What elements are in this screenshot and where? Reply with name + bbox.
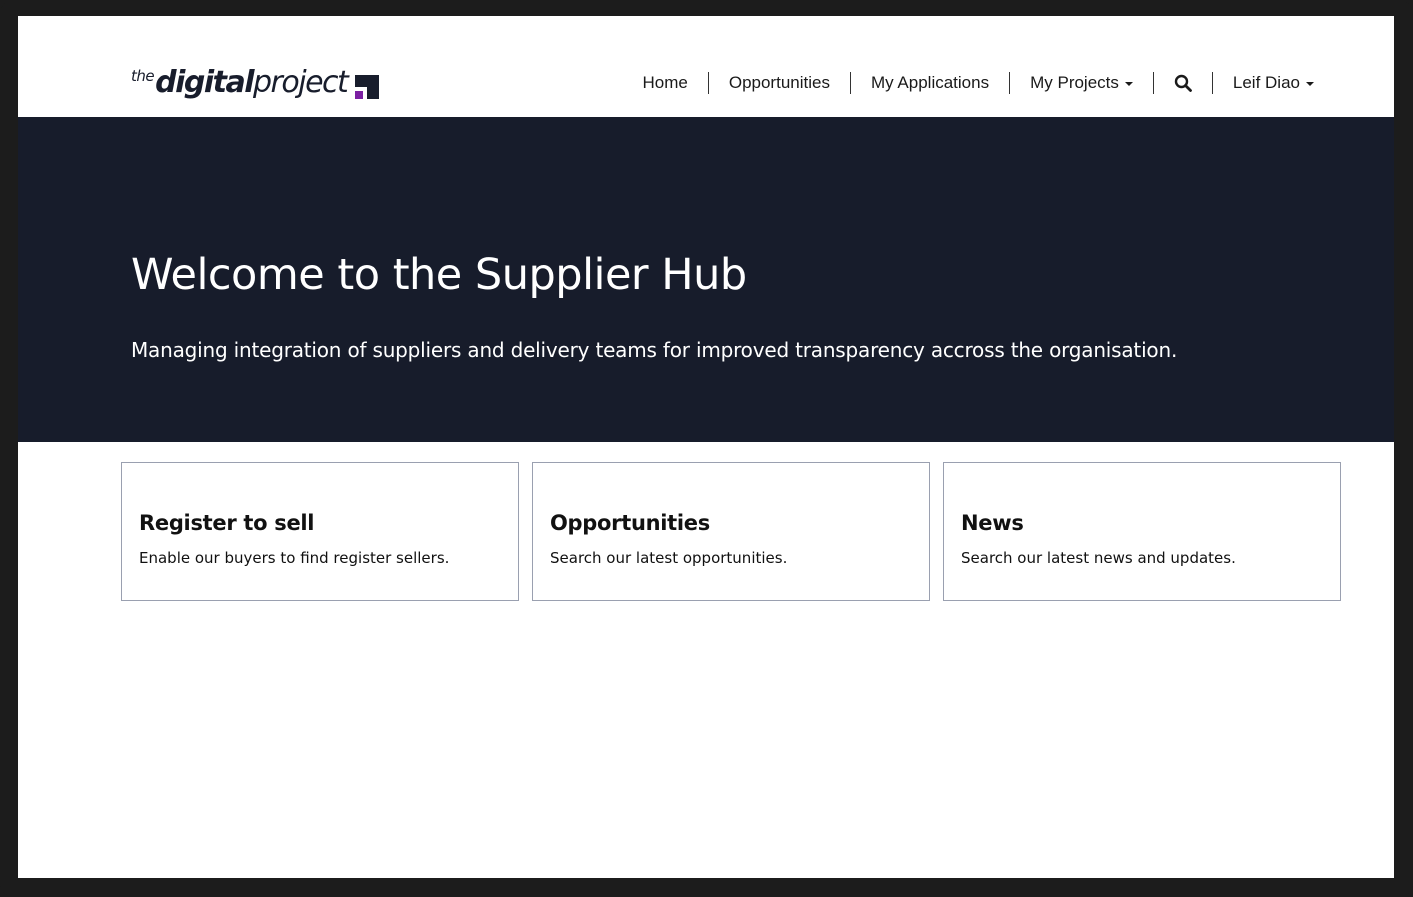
card-title: Register to sell [139, 511, 315, 535]
hero-title: Welcome to the Supplier Hub [131, 250, 747, 300]
logo-mark-icon [355, 75, 380, 99]
device-frame: the digital project Home Opportunities M… [0, 0, 1413, 897]
card-description: Search our latest opportunities. [550, 549, 788, 567]
hero-subtitle: Managing integration of suppliers and de… [131, 338, 1178, 362]
logo-digital-text: digital [155, 65, 254, 100]
user-name: Leif Diao [1232, 73, 1300, 92]
nav-my-projects-label: My Projects [1030, 73, 1119, 92]
card-news[interactable]: News Search our latest news and updates. [943, 462, 1341, 601]
card-title: News [961, 511, 1024, 535]
card-title: Opportunities [550, 511, 710, 535]
logo-project-text: project [253, 65, 349, 100]
nav-my-applications[interactable]: My Applications [851, 71, 1009, 95]
search-button[interactable] [1154, 74, 1212, 92]
feature-cards: Register to sell Enable our buyers to fi… [121, 462, 1341, 601]
hero-banner: Welcome to the Supplier Hub Managing int… [18, 117, 1394, 442]
chevron-down-icon [1124, 82, 1133, 86]
search-icon [1174, 74, 1192, 92]
screen: the digital project Home Opportunities M… [18, 16, 1394, 878]
card-description: Search our latest news and updates. [961, 549, 1236, 567]
user-menu-dropdown[interactable]: Leif Diao [1213, 71, 1334, 95]
site-logo[interactable]: the digital project [131, 65, 380, 100]
site-header: the digital project Home Opportunities M… [18, 16, 1394, 117]
chevron-down-icon [1306, 82, 1314, 86]
main-nav: Home Opportunities My Applications My Pr… [622, 71, 1334, 95]
nav-my-projects-dropdown[interactable]: My Projects [1010, 71, 1153, 95]
nav-opportunities[interactable]: Opportunities [709, 71, 850, 95]
card-description: Enable our buyers to find register selle… [139, 549, 450, 567]
card-register-to-sell[interactable]: Register to sell Enable our buyers to fi… [121, 462, 519, 601]
card-opportunities[interactable]: Opportunities Search our latest opportun… [532, 462, 930, 601]
logo-the-text: the [131, 67, 155, 85]
nav-home[interactable]: Home [622, 71, 707, 95]
